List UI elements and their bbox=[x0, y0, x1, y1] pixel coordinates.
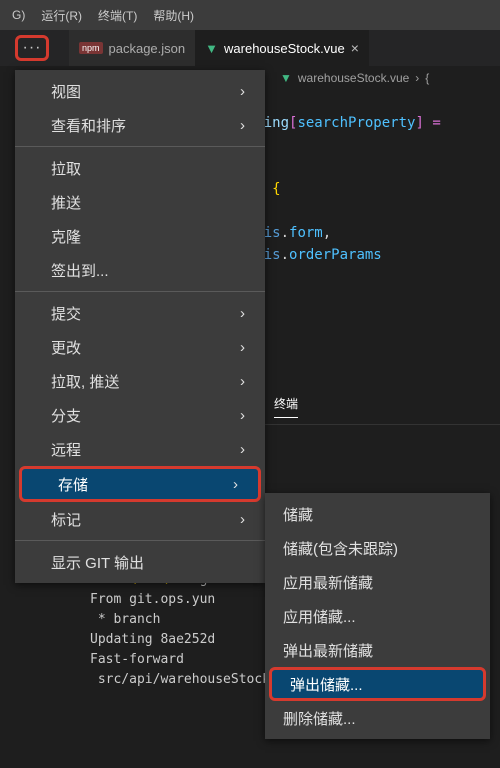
menubar-item-terminal[interactable]: 终端(T) bbox=[90, 7, 145, 24]
panel-tabs: 制台 终端 bbox=[230, 395, 500, 425]
menu-pull[interactable]: 拉取 bbox=[15, 151, 265, 185]
scm-context-menu: 视图› 查看和排序› 拉取 推送 克隆 签出到... 提交› 更改› 拉取, 推… bbox=[15, 70, 265, 583]
stash-submenu: 储藏 储藏(包含未跟踪) 应用最新储藏 应用储藏... 弹出最新储藏 弹出储藏.… bbox=[265, 493, 490, 739]
submenu-pop[interactable]: 弹出储藏... bbox=[269, 667, 486, 701]
submenu-apply-latest[interactable]: 应用最新储藏 bbox=[265, 565, 490, 599]
menu-changes[interactable]: 更改› bbox=[15, 330, 265, 364]
tab-label: warehouseStock.vue bbox=[224, 41, 345, 56]
tab-warehouse-stock[interactable]: ▼ warehouseStock.vue × bbox=[195, 30, 369, 66]
menu-stash[interactable]: 存储› bbox=[19, 466, 261, 502]
submenu-drop[interactable]: 删除储藏... bbox=[265, 701, 490, 735]
menu-remote[interactable]: 远程› bbox=[15, 432, 265, 466]
menu-clone[interactable]: 克隆 bbox=[15, 219, 265, 253]
chevron-right-icon: › bbox=[240, 83, 245, 100]
chevron-right-icon: › bbox=[240, 407, 245, 424]
menu-show-git-output[interactable]: 显示 GIT 输出 bbox=[15, 545, 265, 579]
chevron-right-icon: › bbox=[240, 305, 245, 322]
breadcrumb-tail: { bbox=[425, 71, 429, 85]
submenu-stash-untracked[interactable]: 储藏(包含未跟踪) bbox=[265, 531, 490, 565]
menu-push[interactable]: 推送 bbox=[15, 185, 265, 219]
tab-label: package.json bbox=[109, 41, 186, 56]
menu-view[interactable]: 视图› bbox=[15, 74, 265, 108]
chevron-right-icon: › bbox=[240, 373, 245, 390]
menubar-item-help[interactable]: 帮助(H) bbox=[145, 7, 202, 24]
chevron-right-icon: › bbox=[240, 441, 245, 458]
menu-checkout[interactable]: 签出到... bbox=[15, 253, 265, 287]
scm-toolbar: ··· npm package.json ▼ warehouseStock.vu… bbox=[0, 30, 500, 66]
more-actions-button[interactable]: ··· bbox=[15, 35, 49, 61]
tab-package-json[interactable]: npm package.json bbox=[69, 30, 195, 66]
vue-icon: ▼ bbox=[205, 41, 218, 56]
chevron-right-icon: › bbox=[415, 71, 419, 85]
chevron-right-icon: › bbox=[240, 511, 245, 528]
menu-commit[interactable]: 提交› bbox=[15, 296, 265, 330]
panel-tab-terminal[interactable]: 终端 bbox=[274, 395, 298, 418]
menu-tags[interactable]: 标记› bbox=[15, 502, 265, 536]
chevron-right-icon: › bbox=[233, 476, 238, 493]
menu-separator bbox=[15, 291, 265, 292]
submenu-stash[interactable]: 储藏 bbox=[265, 497, 490, 531]
menu-separator bbox=[15, 146, 265, 147]
chevron-right-icon: › bbox=[240, 339, 245, 356]
breadcrumb-file: warehouseStock.vue bbox=[298, 71, 409, 85]
npm-icon: npm bbox=[79, 42, 103, 54]
chevron-right-icon: › bbox=[240, 117, 245, 134]
menubar: G) 运行(R) 终端(T) 帮助(H) bbox=[0, 0, 500, 30]
menubar-item-run[interactable]: 运行(R) bbox=[33, 7, 90, 24]
menu-pull-push[interactable]: 拉取, 推送› bbox=[15, 364, 265, 398]
menu-separator bbox=[15, 540, 265, 541]
menu-view-sort[interactable]: 查看和排序› bbox=[15, 108, 265, 142]
editor-tabs: npm package.json ▼ warehouseStock.vue × bbox=[69, 30, 500, 66]
menu-branch[interactable]: 分支› bbox=[15, 398, 265, 432]
vue-icon: ▼ bbox=[280, 71, 292, 85]
submenu-pop-latest[interactable]: 弹出最新储藏 bbox=[265, 633, 490, 667]
submenu-apply[interactable]: 应用储藏... bbox=[265, 599, 490, 633]
close-icon[interactable]: × bbox=[351, 40, 359, 56]
menubar-item[interactable]: G) bbox=[4, 8, 33, 22]
